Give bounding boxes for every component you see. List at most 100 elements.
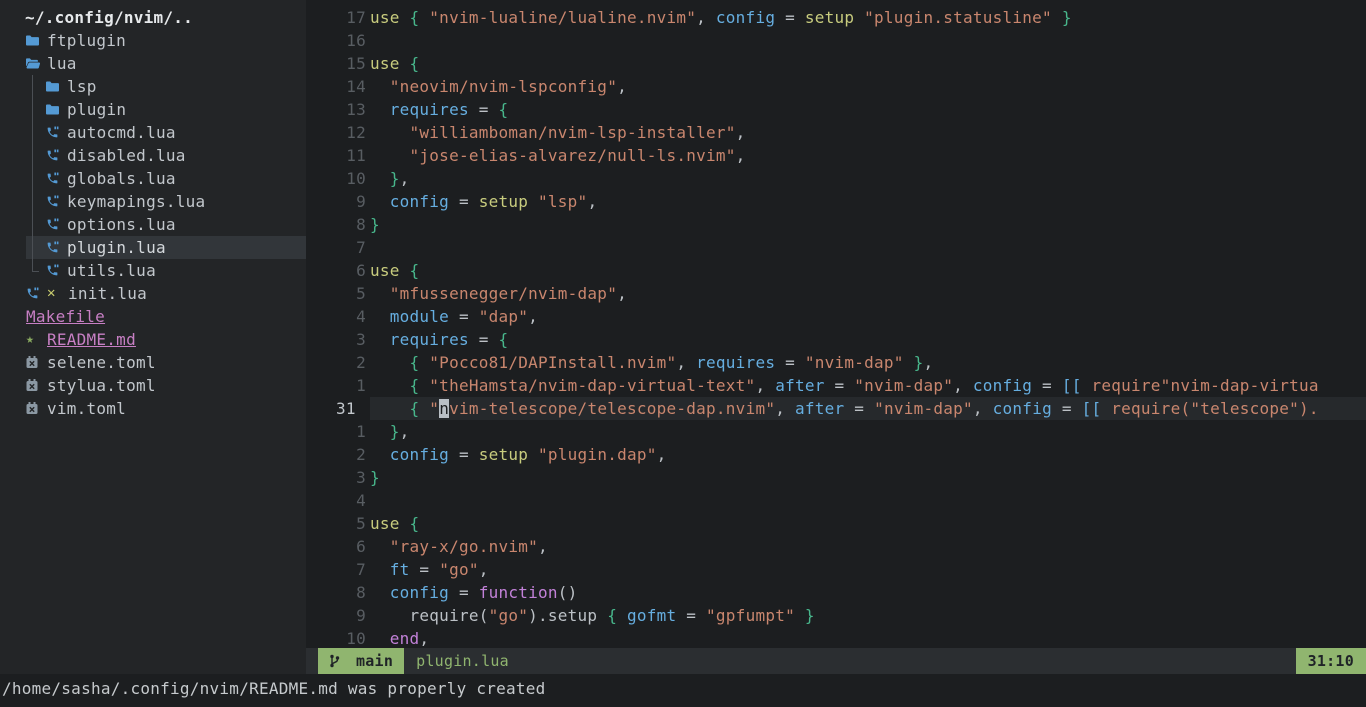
line-number: 11	[306, 144, 370, 167]
lua-file-icon	[46, 195, 67, 208]
code-line[interactable]: 31 { "nvim-telescope/telescope-dap.nvim"…	[306, 397, 1366, 420]
file-name: stylua.toml	[47, 374, 156, 397]
sidebar-item-readme-md[interactable]: ★README.md	[0, 328, 306, 351]
line-number: 12	[306, 121, 370, 144]
line-number: 5	[306, 512, 370, 535]
code-text: "ray-x/go.nvim",	[370, 535, 1366, 558]
code-line[interactable]: 5 "mfussenegger/nvim-dap",	[306, 282, 1366, 305]
code-text: require("go").setup { gofmt = "gpfumpt" …	[370, 604, 1366, 627]
cursor-position-badge: 31:10	[1296, 648, 1366, 674]
sidebar-item-makefile[interactable]: Makefile	[0, 305, 306, 328]
git-branch-icon	[329, 654, 350, 668]
file-name: utils.lua	[67, 259, 156, 282]
line-number: 5	[306, 282, 370, 305]
code-text: "mfussenegger/nvim-dap",	[370, 282, 1366, 305]
sidebar-item-plugin-lua[interactable]: plugin.lua	[0, 236, 306, 259]
code-text: use { "nvim-lualine/lualine.nvim", confi…	[370, 6, 1366, 29]
sidebar-item-lua[interactable]: lua	[0, 52, 306, 75]
code-line[interactable]: 5use {	[306, 512, 1366, 535]
code-text: use {	[370, 259, 1366, 282]
code-line[interactable]: 8 config = function()	[306, 581, 1366, 604]
lua-file-icon	[46, 241, 67, 254]
code-line[interactable]: 1 },	[306, 420, 1366, 443]
code-lines: 17use { "nvim-lualine/lualine.nvim", con…	[306, 6, 1366, 648]
code-line[interactable]: 3 requires = {	[306, 328, 1366, 351]
code-line[interactable]: 2 { "Pocco81/DAPInstall.nvim", requires …	[306, 351, 1366, 374]
code-line[interactable]: 15use {	[306, 52, 1366, 75]
file-name: autocmd.lua	[67, 121, 176, 144]
sidebar-item-vim-toml[interactable]: vim.toml	[0, 397, 306, 420]
toml-file-icon	[26, 379, 47, 392]
sidebar-item-autocmd-lua[interactable]: autocmd.lua	[0, 121, 306, 144]
code-line[interactable]: 17use { "nvim-lualine/lualine.nvim", con…	[306, 6, 1366, 29]
sidebar-item-selene-toml[interactable]: selene.toml	[0, 351, 306, 374]
file-name: vim.toml	[47, 397, 126, 420]
code-line[interactable]: 9 require("go").setup { gofmt = "gpfumpt…	[306, 604, 1366, 627]
file-name: keymapings.lua	[67, 190, 205, 213]
code-text: requires = {	[370, 98, 1366, 121]
git-branch-name: main	[356, 652, 393, 670]
nvim-window: ~/.config/nvim/.. ftpluginlualsppluginau…	[0, 0, 1366, 707]
code-line[interactable]: 13 requires = {	[306, 98, 1366, 121]
code-line[interactable]: 10 },	[306, 167, 1366, 190]
code-line[interactable]: 10 end,	[306, 627, 1366, 648]
line-number: 9	[306, 604, 370, 627]
code-line[interactable]: 6use {	[306, 259, 1366, 282]
lua-file-icon	[46, 126, 67, 139]
sidebar-item-globals-lua[interactable]: globals.lua	[0, 167, 306, 190]
code-line[interactable]: 11 "jose-elias-alvarez/null-ls.nvim",	[306, 144, 1366, 167]
block-cursor: n	[439, 399, 449, 418]
code-text: module = "dap",	[370, 305, 1366, 328]
statusline-spacer	[509, 648, 1296, 674]
folder-icon	[46, 104, 67, 115]
line-number: 17	[306, 6, 370, 29]
line-number: 4	[306, 489, 370, 512]
sidebar-item-keymapings-lua[interactable]: keymapings.lua	[0, 190, 306, 213]
file-name: globals.lua	[67, 167, 176, 190]
line-number: 6	[306, 259, 370, 282]
file-name: selene.toml	[47, 351, 156, 374]
code-line[interactable]: 16	[306, 29, 1366, 52]
file-explorer: ~/.config/nvim/.. ftpluginlualsppluginau…	[0, 0, 306, 674]
code-line[interactable]: 3}	[306, 466, 1366, 489]
code-text: "jose-elias-alvarez/null-ls.nvim",	[370, 144, 1366, 167]
line-number: 1	[306, 374, 370, 397]
file-name: lua	[47, 52, 77, 75]
sidebar-item-options-lua[interactable]: options.lua	[0, 213, 306, 236]
code-line[interactable]: 6 "ray-x/go.nvim",	[306, 535, 1366, 558]
lua-file-icon	[26, 287, 47, 300]
code-line[interactable]: 2 config = setup "plugin.dap",	[306, 443, 1366, 466]
sidebar-item-lsp[interactable]: lsp	[0, 75, 306, 98]
code-text: }	[370, 466, 1366, 489]
sidebar-item-ftplugin[interactable]: ftplugin	[0, 29, 306, 52]
code-editor[interactable]: 17use { "nvim-lualine/lualine.nvim", con…	[306, 0, 1366, 648]
sidebar-item-init-lua[interactable]: ✕init.lua	[0, 282, 306, 305]
code-line[interactable]: 1 { "theHamsta/nvim-dap-virtual-text", a…	[306, 374, 1366, 397]
code-text: },	[370, 167, 1366, 190]
file-name: plugin	[67, 98, 126, 121]
code-line[interactable]: 8}	[306, 213, 1366, 236]
code-text: { "nvim-telescope/telescope-dap.nvim", a…	[370, 397, 1366, 420]
folder-open-icon	[26, 58, 47, 69]
code-line[interactable]: 14 "neovim/nvim-lspconfig",	[306, 75, 1366, 98]
lua-file-icon	[46, 218, 67, 231]
code-text: use {	[370, 512, 1366, 535]
code-text: use {	[370, 52, 1366, 75]
code-text	[370, 29, 1366, 52]
file-name: README.md	[47, 328, 136, 351]
file-tree: ftpluginlualsppluginautocmd.luadisabled.…	[0, 29, 306, 420]
code-line[interactable]: 7 ft = "go",	[306, 558, 1366, 581]
line-number: 4	[306, 305, 370, 328]
code-line[interactable]: 12 "williamboman/nvim-lsp-installer",	[306, 121, 1366, 144]
code-line[interactable]: 9 config = setup "lsp",	[306, 190, 1366, 213]
sidebar-item-stylua-toml[interactable]: stylua.toml	[0, 374, 306, 397]
code-line[interactable]: 4 module = "dap",	[306, 305, 1366, 328]
statusline: main plugin.lua 31:10	[306, 648, 1366, 674]
sidebar-item-utils-lua[interactable]: utils.lua	[0, 259, 306, 282]
code-line[interactable]: 7	[306, 236, 1366, 259]
sidebar-item-disabled-lua[interactable]: disabled.lua	[0, 144, 306, 167]
line-number: 10	[306, 167, 370, 190]
code-line[interactable]: 4	[306, 489, 1366, 512]
bookmark-star-icon: ★	[26, 328, 47, 351]
sidebar-item-plugin[interactable]: plugin	[0, 98, 306, 121]
